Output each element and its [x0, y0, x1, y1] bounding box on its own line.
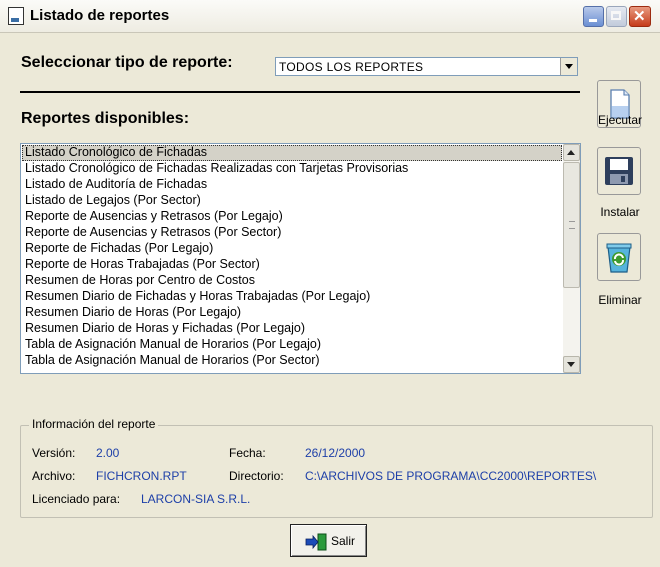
- report-list-item[interactable]: Reporte de Ausencias y Retrasos (Por Leg…: [22, 209, 562, 225]
- file-value: FICHCRON.RPT: [96, 469, 187, 483]
- version-value: 2.00: [96, 446, 120, 460]
- report-list-item[interactable]: Tabla de Asignación Manual de Horarios (…: [22, 353, 562, 369]
- report-list-item[interactable]: Resumen Diario de Fichadas y Horas Traba…: [22, 289, 562, 305]
- directory-value: C:\ARCHIVOS DE PROGRAMA\CC2000\REPORTES\: [305, 469, 597, 483]
- dropdown-arrow-icon[interactable]: [560, 58, 577, 75]
- separator: [20, 91, 580, 93]
- app-icon: [8, 7, 24, 25]
- exit-button[interactable]: Salir: [290, 524, 367, 557]
- version-label: Versión:: [32, 446, 76, 460]
- report-list-item[interactable]: Reporte de Ausencias y Retrasos (Por Sec…: [22, 225, 562, 241]
- file-label: Archivo:: [32, 469, 76, 483]
- delete-button[interactable]: [597, 233, 641, 281]
- available-reports-label: Reportes disponibles:: [21, 110, 190, 127]
- report-list-item[interactable]: Resumen Diario de Horas (Por Legajo): [22, 305, 562, 321]
- reports-list: Listado Cronológico de Fichadas Listado C…: [22, 145, 562, 369]
- report-list-item[interactable]: Reporte de Horas Trabajadas (Por Sector): [22, 257, 562, 273]
- window-title: Listado de reportes: [30, 7, 170, 24]
- scroll-thumb[interactable]: [563, 162, 580, 288]
- report-list-item[interactable]: Listado Cronológico de Fichadas: [22, 145, 562, 161]
- install-button[interactable]: [597, 147, 641, 195]
- report-list-item[interactable]: Listado de Auditoría de Fichadas: [22, 177, 562, 193]
- report-info-title: Información del reporte: [29, 417, 159, 431]
- floppy-disk-icon: [605, 157, 633, 185]
- minimize-button[interactable]: [583, 6, 604, 27]
- report-type-label: Seleccionar tipo de reporte:: [21, 54, 233, 71]
- title-bar[interactable]: Listado de reportes: [0, 0, 660, 33]
- vertical-scrollbar[interactable]: [563, 144, 580, 373]
- scroll-up-button[interactable]: [563, 144, 580, 161]
- scroll-down-button[interactable]: [563, 356, 580, 373]
- report-list-item[interactable]: Tabla de Asignación Manual de Horarios (…: [22, 337, 562, 353]
- install-label: Instalar: [600, 205, 640, 219]
- licensed-label: Licenciado para:: [32, 492, 121, 506]
- recycle-bin-icon: [606, 243, 632, 273]
- maximize-button[interactable]: [606, 6, 627, 27]
- report-list-item[interactable]: Listado Cronológico de Fichadas Realizad…: [22, 161, 562, 177]
- report-list-item[interactable]: Resumen Diario de Horas y Fichadas (Por …: [22, 321, 562, 337]
- report-list-item[interactable]: Reporte de Fichadas (Por Legajo): [22, 241, 562, 257]
- close-button[interactable]: [629, 6, 651, 27]
- report-list-window: Listado de reportes Seleccionar tipo de …: [0, 0, 660, 567]
- reports-listbox[interactable]: Listado Cronológico de Fichadas Listado C…: [20, 143, 581, 374]
- execute-label: Ejecutar: [597, 113, 643, 127]
- report-type-select[interactable]: TODOS LOS REPORTES: [275, 57, 578, 76]
- date-value: 26/12/2000: [305, 446, 366, 460]
- delete-label: Eliminar: [598, 293, 642, 307]
- licensed-value: LARCON-SIA S.R.L.: [141, 492, 251, 506]
- exit-door-icon: [305, 533, 327, 551]
- date-label: Fecha:: [229, 446, 266, 460]
- exit-label: Salir: [331, 534, 356, 548]
- report-list-item[interactable]: Resumen de Horas por Centro de Costos: [22, 273, 562, 289]
- directory-label: Directorio:: [229, 469, 284, 483]
- report-type-value: TODOS LOS REPORTES: [279, 60, 424, 74]
- report-list-item[interactable]: Listado de Legajos (Por Sector): [22, 193, 562, 209]
